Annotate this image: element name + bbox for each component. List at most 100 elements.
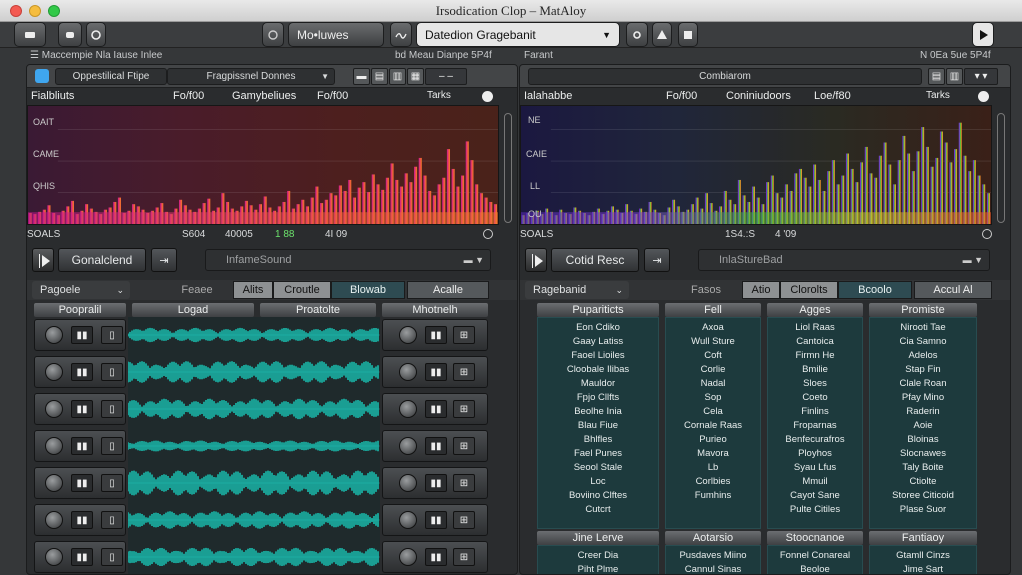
list-item[interactable]: Cia Samno bbox=[870, 335, 976, 349]
right-category-dropdown[interactable]: Ragebanid ⌄ bbox=[525, 281, 629, 299]
list-item[interactable]: Cornale Raas bbox=[666, 419, 760, 433]
gain-knob[interactable] bbox=[45, 400, 63, 418]
channel-strip[interactable]: ▮▮ ⊞ bbox=[382, 356, 488, 388]
channel-strip[interactable]: ▮▮ ⊞ bbox=[382, 504, 488, 536]
grid-icon[interactable]: ⊞ bbox=[453, 326, 475, 344]
list-item[interactable]: Fumhins bbox=[666, 489, 760, 503]
list-item[interactable]: Gaay Latiss bbox=[538, 335, 658, 349]
list-item[interactable]: Pfay Mino bbox=[870, 391, 976, 405]
left-play-button[interactable] bbox=[32, 248, 54, 272]
list-item[interactable]: Loc bbox=[538, 475, 658, 489]
settings-button[interactable] bbox=[626, 22, 648, 47]
mute-icon[interactable]: ▯ bbox=[101, 548, 123, 566]
left-tool-1[interactable]: ▬ bbox=[353, 68, 370, 85]
list-item[interactable]: Mmuil bbox=[768, 475, 862, 489]
record-button[interactable] bbox=[14, 22, 46, 47]
channel-strip[interactable]: ▮▮ ▯ bbox=[34, 467, 126, 499]
list-item[interactable]: Benfecurafros bbox=[768, 433, 862, 447]
refresh-button[interactable] bbox=[262, 22, 284, 47]
channel-strip[interactable]: ▮▮ ⊞ bbox=[382, 319, 488, 351]
list-item[interactable]: Nirooti Tae bbox=[870, 321, 976, 335]
list-item[interactable]: Seool Stale bbox=[538, 461, 658, 475]
list-item[interactable]: Fonnel Conareal bbox=[768, 549, 862, 563]
right-sound-field[interactable]: InlaStureBad ▬ ▼ bbox=[698, 249, 990, 271]
left-tool-3[interactable]: ▥ bbox=[389, 68, 406, 85]
fader-icon[interactable]: ▮▮ bbox=[425, 326, 447, 344]
fader-icon[interactable]: ▮▮ bbox=[71, 437, 93, 455]
fader-icon[interactable]: ▮▮ bbox=[71, 511, 93, 529]
list-item[interactable]: Clale Roan bbox=[870, 377, 976, 391]
mute-icon[interactable]: ▯ bbox=[101, 474, 123, 492]
list-item[interactable]: Cutcrt bbox=[538, 503, 658, 517]
mute-icon[interactable]: ▯ bbox=[101, 511, 123, 529]
right-seg-3[interactable]: Clorolts bbox=[780, 281, 838, 299]
list-item[interactable]: Finlins bbox=[768, 405, 862, 419]
list-item[interactable]: Jime Sart bbox=[870, 563, 976, 574]
play-button[interactable] bbox=[972, 22, 994, 47]
meter-button[interactable] bbox=[652, 22, 672, 47]
list-item[interactable]: Corlie bbox=[666, 363, 760, 377]
gain-knob[interactable] bbox=[399, 400, 417, 418]
fader-icon[interactable]: ▮▮ bbox=[425, 437, 447, 455]
channel-strip[interactable]: ▮▮ ▯ bbox=[34, 504, 126, 536]
fader-icon[interactable]: ▮▮ bbox=[71, 326, 93, 344]
grid-icon[interactable]: ⊞ bbox=[453, 363, 475, 381]
fader-icon[interactable]: ▮▮ bbox=[71, 548, 93, 566]
wave-button[interactable] bbox=[390, 22, 412, 47]
channel-strip[interactable]: ▮▮ ▯ bbox=[34, 319, 126, 351]
list-item[interactable]: Cantoica bbox=[768, 335, 862, 349]
list-item[interactable]: Plase Suor bbox=[870, 503, 976, 517]
right-seg-4[interactable]: Bcoolo bbox=[838, 281, 912, 299]
left-seg-5[interactable]: Acalle bbox=[407, 281, 489, 299]
list-item[interactable]: Froparnas bbox=[768, 419, 862, 433]
list-item[interactable]: Adelos bbox=[870, 349, 976, 363]
mute-icon[interactable]: ▯ bbox=[101, 363, 123, 381]
list-item[interactable]: Coeto bbox=[768, 391, 862, 405]
list-item[interactable]: Piht Plme bbox=[538, 563, 658, 574]
list-item[interactable]: Faoel Lioiles bbox=[538, 349, 658, 363]
fader-icon[interactable]: ▮▮ bbox=[71, 363, 93, 381]
right-plugin-button[interactable]: ⇥ bbox=[644, 248, 670, 272]
list-item[interactable]: Boviino Clftes bbox=[538, 489, 658, 503]
fader-icon[interactable]: ▮▮ bbox=[425, 511, 447, 529]
gain-knob[interactable] bbox=[399, 474, 417, 492]
list-item[interactable]: Nadal bbox=[666, 377, 760, 391]
channel-strip[interactable]: ▮▮ ⊞ bbox=[382, 393, 488, 425]
left-seg-1[interactable]: Feaee bbox=[167, 281, 227, 299]
list-item[interactable]: Axoa bbox=[666, 321, 760, 335]
list-item[interactable]: Cloobale Ilibas bbox=[538, 363, 658, 377]
grid-icon[interactable]: ⊞ bbox=[453, 548, 475, 566]
gain-knob[interactable] bbox=[399, 548, 417, 566]
list-item[interactable]: Raderin bbox=[870, 405, 976, 419]
gain-knob[interactable] bbox=[399, 511, 417, 529]
left-tool-4[interactable]: ▦ bbox=[407, 68, 424, 85]
channel-strip[interactable]: ▮▮ ▯ bbox=[34, 430, 126, 462]
list-item[interactable]: Pulte Citiles bbox=[768, 503, 862, 517]
list-item[interactable]: Wull Sture bbox=[666, 335, 760, 349]
right-seg-1[interactable]: Fasos bbox=[676, 281, 736, 299]
left-seg-2[interactable]: Alits bbox=[233, 281, 273, 299]
grid-icon[interactable]: ⊞ bbox=[453, 400, 475, 418]
channel-strip[interactable]: ▮▮ ▯ bbox=[34, 356, 126, 388]
left-app-select[interactable]: Oppestilical Ftipe bbox=[55, 68, 167, 85]
list-item[interactable]: Beolhe Inia bbox=[538, 405, 658, 419]
list-item[interactable]: Mavora bbox=[666, 447, 760, 461]
right-play-button[interactable] bbox=[525, 248, 547, 272]
list-item[interactable]: Beoloe bbox=[768, 563, 862, 574]
list-item[interactable]: Eon Cdiko bbox=[538, 321, 658, 335]
list-item[interactable]: Storee Citicoid bbox=[870, 489, 976, 503]
list-item[interactable]: Sop bbox=[666, 391, 760, 405]
grid-icon[interactable]: ⊞ bbox=[453, 437, 475, 455]
fader-icon[interactable]: ▮▮ bbox=[425, 363, 447, 381]
gain-knob[interactable] bbox=[399, 326, 417, 344]
list-item[interactable]: Firmn He bbox=[768, 349, 862, 363]
left-tool-5[interactable]: – – bbox=[425, 68, 467, 85]
gain-knob[interactable] bbox=[45, 326, 63, 344]
left-player-name[interactable]: Gonalclend bbox=[58, 248, 146, 272]
list-item[interactable]: Cannul Sinas bbox=[666, 563, 760, 574]
gain-knob[interactable] bbox=[399, 363, 417, 381]
right-tool-3[interactable]: ▾ ▾ bbox=[964, 68, 998, 85]
left-category-dropdown[interactable]: Pagoele ⌄ bbox=[32, 281, 130, 299]
fader-icon[interactable]: ▮▮ bbox=[425, 474, 447, 492]
list-item[interactable]: Pusdaves Miino bbox=[666, 549, 760, 563]
